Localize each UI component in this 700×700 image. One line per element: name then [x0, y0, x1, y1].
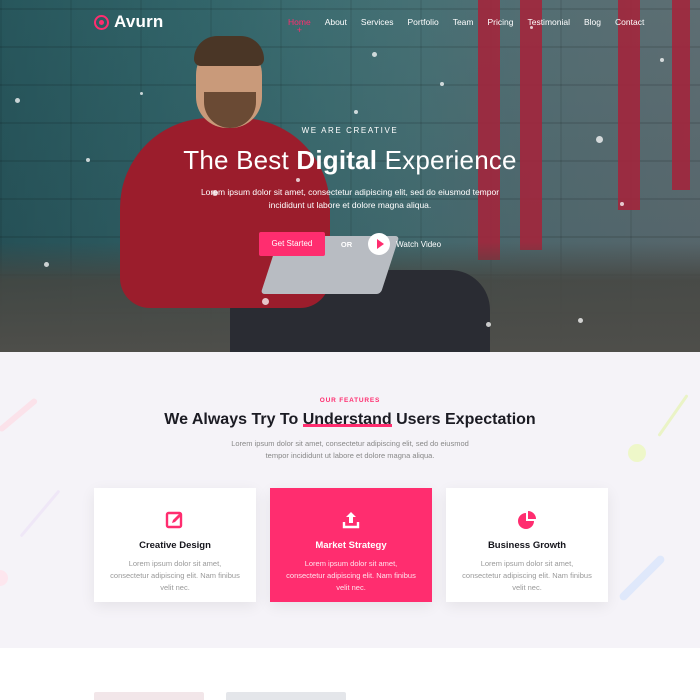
hero-section: Avurn Home About Services Portfolio Team… [0, 0, 700, 352]
feature-card-title: Business Growth [487, 540, 567, 551]
hero-content: WE ARE CREATIVE The Best Digital Experie… [0, 126, 700, 256]
get-started-button[interactable]: Get Started [258, 232, 325, 256]
decorative-shape [19, 489, 61, 538]
feature-card-text: Lorem ipsum dolor sit amet, consectetur … [286, 559, 416, 592]
feature-card[interactable]: Creative Design Lorem ipsum dolor sit am… [94, 488, 256, 602]
hero-eyebrow: WE ARE CREATIVE [301, 126, 399, 135]
next-section [0, 648, 700, 700]
particle [372, 52, 377, 57]
particle [140, 92, 143, 95]
decorative-shape [0, 570, 8, 586]
play-icon[interactable] [368, 233, 391, 255]
section-title-part: Users Expectation [391, 411, 536, 428]
pie-chart-icon [517, 510, 537, 530]
section-description: Lorem ipsum dolor sit amet, consectetur … [231, 439, 469, 460]
decorative-shape [628, 444, 646, 462]
particle [660, 58, 664, 62]
logo-icon [94, 14, 109, 30]
decorative-shape [617, 553, 667, 603]
nav-item-team[interactable]: Team [453, 17, 474, 27]
brand-name: Avurn [114, 12, 164, 31]
particle [354, 110, 358, 114]
upload-icon [341, 510, 361, 530]
hero-actions: Get Started OR Watch Video [0, 232, 700, 256]
particle [578, 318, 583, 323]
nav-item-contact[interactable]: Contact [615, 17, 644, 27]
feature-cards: Creative Design Lorem ipsum dolor sit am… [94, 488, 608, 602]
nav-item-about[interactable]: About [325, 17, 347, 27]
section-title-highlight: Understand [302, 411, 392, 428]
section-eyebrow: OUR FEATURES [319, 397, 381, 404]
particle [44, 262, 49, 267]
particle [262, 298, 269, 305]
feature-card-text: Lorem ipsum dolor sit amet, consectetur … [462, 559, 592, 592]
feature-card-title: Creative Design [139, 540, 211, 551]
nav-item-portfolio[interactable]: Portfolio [408, 17, 439, 27]
feature-card[interactable]: Business Growth Lorem ipsum dolor sit am… [446, 488, 608, 602]
nav-menu: Home About Services Portfolio Team Prici… [288, 17, 658, 27]
nav-item-services[interactable]: Services [361, 17, 394, 27]
features-section: OUR FEATURES We Always Try To Understand… [0, 352, 700, 648]
or-separator: OR [340, 239, 353, 249]
section-title: We Always Try To Understand Users Expect… [0, 411, 700, 429]
section-title-part: We Always Try To [164, 411, 303, 428]
hero-title-part: Experience [377, 145, 517, 175]
hero-title-part: The Best [183, 145, 297, 175]
nav-item-pricing[interactable]: Pricing [487, 17, 513, 27]
nav-item-blog[interactable]: Blog [584, 17, 601, 27]
particle [440, 82, 444, 86]
feature-card-text: Lorem ipsum dolor sit amet, consectetur … [110, 559, 240, 592]
hero-description: Lorem ipsum dolor sit amet, consectetur … [200, 187, 500, 210]
next-section-thumbnail [226, 692, 346, 700]
particle [15, 98, 20, 103]
nav-item-testimonial[interactable]: Testimonial [527, 17, 570, 27]
top-navigation: Avurn Home About Services Portfolio Team… [0, 0, 700, 44]
nav-item-home[interactable]: Home [288, 17, 311, 27]
hero-title: The Best Digital Experience [0, 145, 700, 176]
feature-card[interactable]: Market Strategy Lorem ipsum dolor sit am… [270, 488, 432, 602]
edit-icon [165, 510, 185, 530]
watch-video-link[interactable]: Watch Video [396, 240, 441, 249]
feature-card-title: Market Strategy [315, 540, 387, 551]
particle [486, 322, 491, 327]
hero-title-highlight: Digital [296, 145, 378, 175]
brand-logo[interactable]: Avurn [94, 12, 164, 32]
next-section-thumbnail [94, 692, 204, 700]
